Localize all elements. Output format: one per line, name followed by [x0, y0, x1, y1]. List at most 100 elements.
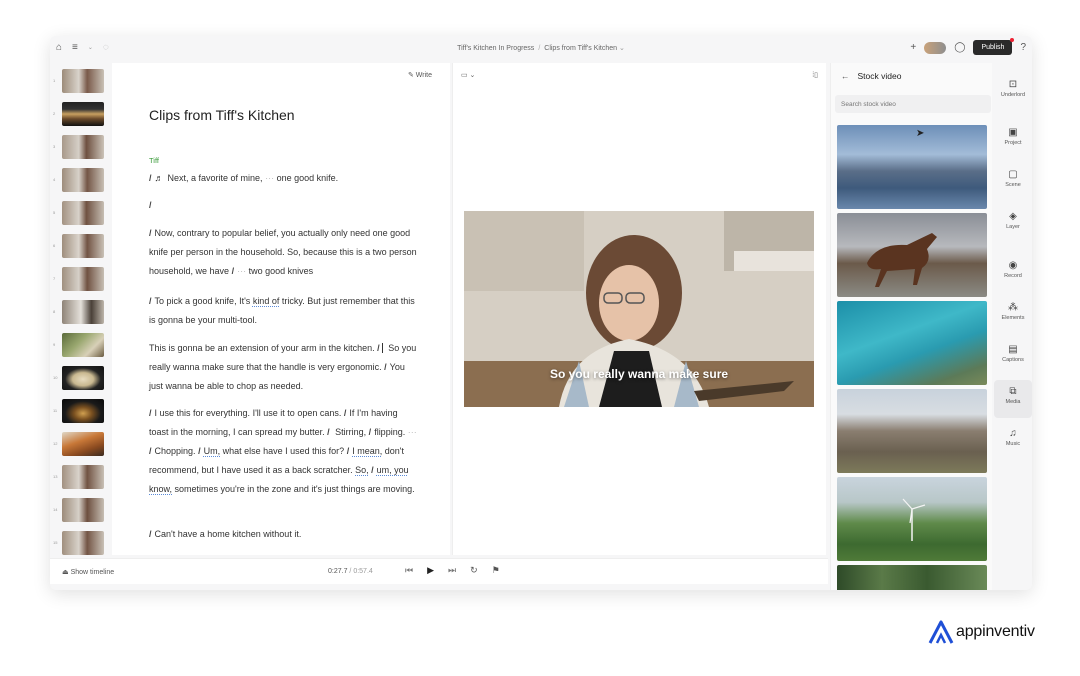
rail-item-record[interactable]: ◉ Record	[994, 254, 1032, 292]
skip-forward-icon[interactable]: ⏭	[448, 565, 456, 576]
scene-thumbnail[interactable]: 9	[50, 333, 110, 357]
scene-break-icon[interactable]: /	[232, 266, 235, 276]
scene-thumbnails: 1 2 3 4 5 6 7 8 9 10 11 12 13 14 15	[50, 63, 110, 555]
back-arrow-icon[interactable]: ←	[841, 71, 850, 81]
scene-break-icon[interactable]: /	[149, 408, 152, 418]
layout-toggle-icon[interactable]: ⁞▯	[812, 71, 818, 79]
scene-break-icon[interactable]: /	[149, 228, 152, 238]
scene-break-icon[interactable]: /	[327, 427, 330, 437]
transcript-segment[interactable]: an extension of your arm in the kitchen.	[218, 343, 375, 353]
page-title[interactable]: Clips from Tiff's Kitchen	[149, 107, 295, 123]
scene-thumbnail[interactable]: 7	[50, 267, 110, 291]
transcript-segment[interactable]: sometimes you're in the zone and it's ju…	[175, 484, 415, 494]
search-input[interactable]	[835, 95, 991, 113]
scene-thumbnail[interactable]: 3	[50, 135, 110, 159]
comment-icon[interactable]: ◯	[954, 42, 965, 53]
transcript-segment[interactable]: Chopping.	[155, 446, 196, 456]
scene-break-icon[interactable]: /	[377, 343, 383, 353]
transcript-segment[interactable]: This is gonna be	[149, 343, 215, 353]
show-timeline-button[interactable]: ⏏ Show timeline	[62, 568, 114, 576]
scene-thumbnail[interactable]: 15	[50, 531, 110, 555]
rail-item-project[interactable]: ▣ Project	[994, 121, 1032, 159]
rail-item-elements[interactable]: ⁂ Elements	[994, 296, 1032, 334]
stock-video-tile[interactable]	[837, 125, 987, 209]
add-collaborator-button[interactable]: +	[910, 42, 916, 53]
filler-word[interactable]: Um,	[204, 446, 221, 456]
transcript-paragraph[interactable]: /	[149, 196, 419, 215]
scene-break-icon[interactable]: /	[369, 427, 372, 437]
scene-break-icon[interactable]: /	[149, 529, 152, 539]
transcript-segment[interactable]: Stirring,	[335, 427, 366, 437]
transcript-paragraph[interactable]: / ♬ Next, a favorite of mine, ··· one good…	[149, 169, 419, 188]
script-editor[interactable]: ✎ Write Clips from Tiff's Kitchen Tiff /…	[112, 63, 450, 555]
rail-item-layer[interactable]: ◈ Layer	[994, 205, 1032, 243]
scene-break-icon[interactable]: /	[344, 408, 347, 418]
transcript-paragraph[interactable]: / To pick a good knife, It's kind of tric…	[149, 292, 419, 330]
transcript-segment[interactable]: Next, a favorite of mine,	[168, 173, 263, 183]
scene-break-icon[interactable]: /	[149, 200, 152, 210]
scene-thumbnail[interactable]: 14	[50, 498, 110, 522]
scene-thumbnail[interactable]: 5	[50, 201, 110, 225]
aspect-ratio-icon[interactable]: ▭ ⌄	[461, 71, 475, 79]
scene-break-icon[interactable]: /	[149, 446, 152, 456]
gap-marker[interactable]: ···	[408, 427, 417, 437]
transcript-segment[interactable]: Can't have a home kitchen without it.	[155, 529, 302, 539]
filler-word[interactable]: So,	[355, 465, 369, 475]
stock-video-tile[interactable]	[837, 477, 987, 561]
scene-thumbnail[interactable]: 6	[50, 234, 110, 258]
stock-video-tile[interactable]	[837, 301, 987, 385]
scene-thumbnail[interactable]: 1	[50, 69, 110, 93]
transcript-segment[interactable]: what else have I used this for?	[223, 446, 345, 456]
transcript-segment[interactable]: flipping.	[374, 427, 405, 437]
video-canvas[interactable]: So you really wanna make sure	[464, 211, 814, 407]
gap-marker[interactable]: ···	[265, 173, 274, 183]
scene-thumbnail[interactable]: 4	[50, 168, 110, 192]
stock-video-tile[interactable]	[837, 389, 987, 473]
transcript-segment[interactable]: To pick a good knife, It's	[155, 296, 251, 306]
rail-item-underlord[interactable]: ⊡ Underlord	[994, 73, 1032, 111]
speaker-label[interactable]: Tiff	[149, 156, 159, 165]
scene-thumbnail[interactable]: 12	[50, 432, 110, 456]
scene-break-icon[interactable]: /	[149, 173, 152, 183]
scene-break-icon[interactable]: /	[149, 296, 152, 306]
rail-item-scene[interactable]: ▢ Scene	[994, 163, 1032, 201]
filler-word[interactable]: I mean,	[352, 446, 382, 456]
horse-image	[867, 233, 937, 287]
bookmark-icon[interactable]: ⚑	[492, 565, 500, 576]
write-button[interactable]: ✎ Write	[408, 71, 432, 79]
transcript-paragraph[interactable]: / Now, contrary to popular belief, you ac…	[149, 224, 419, 281]
scene-thumbnail[interactable]: 13	[50, 465, 110, 489]
transcript-paragraph[interactable]: This is gonna be an extension of your ar…	[149, 339, 419, 396]
transcript-segment[interactable]: I'll use it to open cans.	[253, 408, 342, 418]
rail-item-captions[interactable]: ▤ Captions	[994, 338, 1032, 376]
loop-icon[interactable]: ↻	[470, 565, 478, 576]
scene-break-icon[interactable]: /	[384, 362, 387, 372]
gap-marker[interactable]: ···	[237, 266, 246, 276]
transcript-segment[interactable]: two good knives	[249, 266, 314, 276]
transcript-paragraph[interactable]: / Can't have a home kitchen without it.	[149, 525, 419, 544]
scene-thumbnail[interactable]: 2	[50, 102, 110, 126]
breadcrumb-project[interactable]: Tiff's Kitchen In Progress	[457, 45, 534, 52]
stock-video-tile[interactable]	[837, 213, 987, 297]
publish-button[interactable]: Publish	[973, 38, 1015, 55]
scene-break-icon[interactable]: /	[347, 446, 350, 456]
scene-break-icon[interactable]: /	[371, 465, 374, 475]
transcript-segment[interactable]: one good knife.	[277, 173, 339, 183]
filler-word[interactable]: kind of	[253, 296, 280, 306]
chevron-down-icon[interactable]: ⌄	[619, 45, 625, 52]
transcript-segment[interactable]: I use this for everything.	[155, 408, 251, 418]
skip-back-icon[interactable]: ⏮	[405, 565, 413, 576]
scene-thumbnail[interactable]: 8	[50, 300, 110, 324]
transcript-paragraph[interactable]: / I use this for everything. I'll use it …	[149, 404, 419, 499]
avatar[interactable]	[924, 41, 947, 54]
caption-overlay[interactable]: So you really wanna make sure	[464, 367, 814, 381]
stock-video-tile[interactable]	[837, 565, 987, 590]
help-icon[interactable]: ?	[1020, 42, 1026, 53]
scene-thumbnail[interactable]: 11	[50, 399, 110, 423]
scene-thumbnail[interactable]: 10	[50, 366, 110, 390]
rail-item-music[interactable]: ♫ Music	[994, 422, 1032, 460]
breadcrumb-document[interactable]: Clips from Tiff's Kitchen	[544, 45, 617, 52]
rail-item-media[interactable]: ⧉ Media	[994, 380, 1032, 418]
play-icon[interactable]: ▶	[427, 565, 434, 576]
scene-break-icon[interactable]: /	[198, 446, 201, 456]
